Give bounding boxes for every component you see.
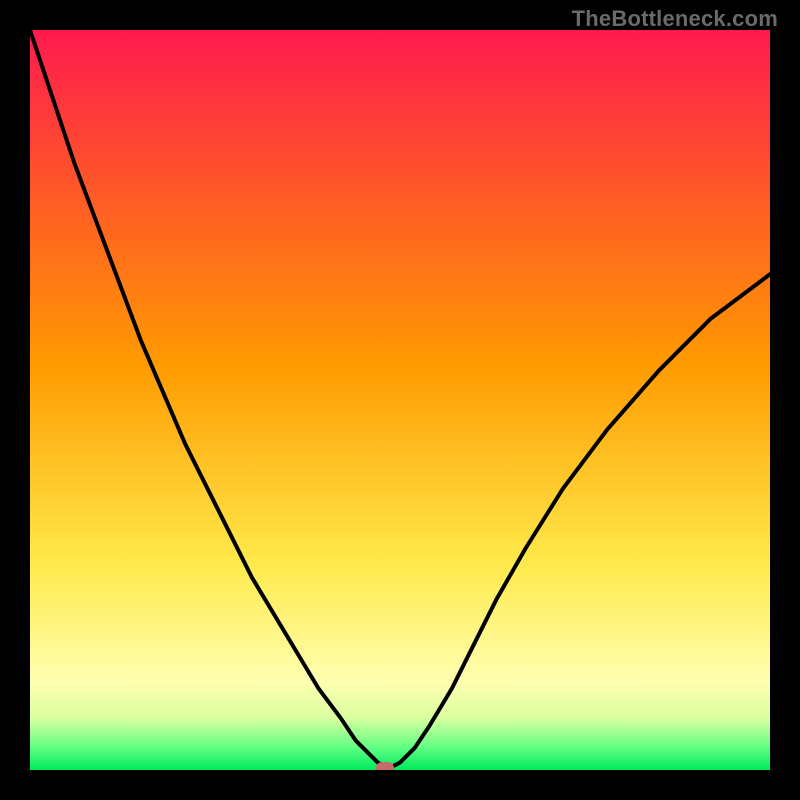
watermark-text: TheBottleneck.com xyxy=(572,6,778,32)
bottleneck-curve xyxy=(30,30,770,770)
minimum-marker xyxy=(376,762,394,770)
chart-frame: TheBottleneck.com xyxy=(0,0,800,800)
plot-area xyxy=(30,30,770,770)
